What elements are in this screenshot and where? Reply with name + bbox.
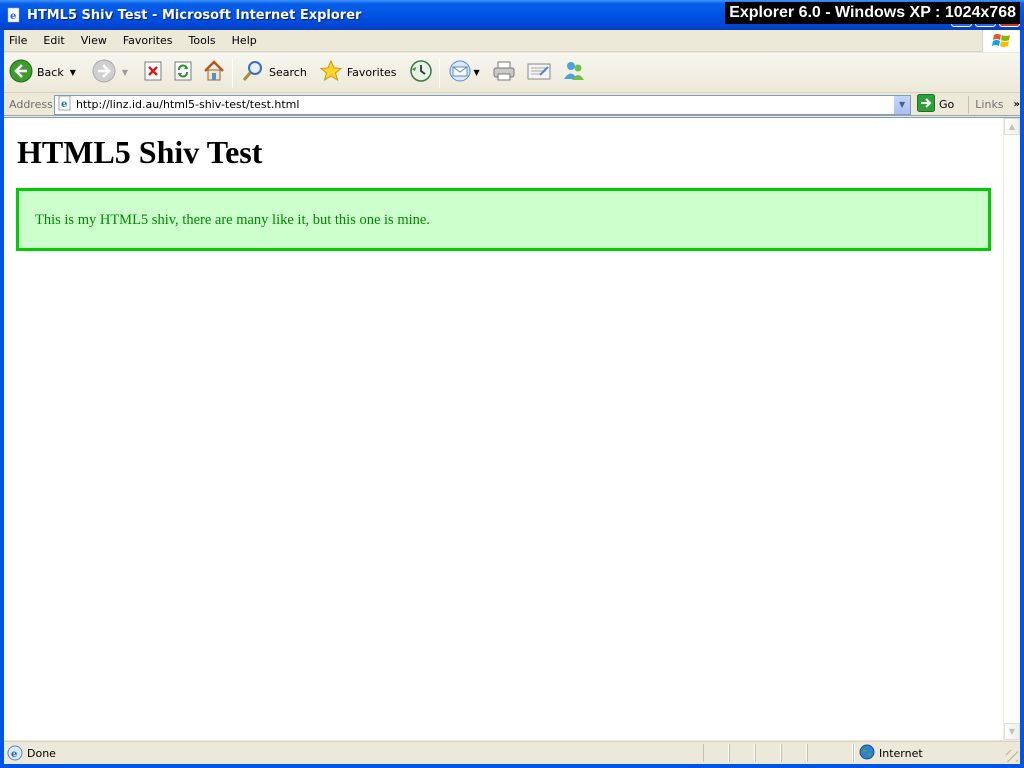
globe-icon xyxy=(859,744,875,763)
back-button[interactable]: Back ▼ xyxy=(6,56,79,90)
toolbar-separator xyxy=(232,57,234,88)
links-chevron-icon[interactable]: » xyxy=(1014,99,1020,110)
address-url[interactable]: http://linz.id.au/html5-shiv-test/test.h… xyxy=(76,98,299,111)
search-label: Search xyxy=(269,66,307,79)
status-bar: e Done Internet xyxy=(4,741,1020,764)
browser-client: File Edit View Favorites Tools Help Back… xyxy=(4,30,1020,764)
ie-window: e HTML5 Shiv Test - Microsoft Internet E… xyxy=(0,0,1024,768)
menu-edit[interactable]: Edit xyxy=(35,31,72,51)
page-viewport: HTML5 Shiv Test This is my HTML5 shiv, t… xyxy=(4,118,1003,740)
zone-label: Internet xyxy=(879,746,923,760)
menu-bar: File Edit View Favorites Tools Help xyxy=(4,30,1020,52)
history-icon xyxy=(409,59,433,86)
shiv-text: This is my HTML5 shiv, there are many li… xyxy=(35,212,430,228)
menu-help[interactable]: Help xyxy=(224,31,265,51)
ie-page-icon: e xyxy=(7,745,23,761)
security-zone[interactable]: Internet xyxy=(859,744,923,763)
links-label[interactable]: Links xyxy=(975,98,1003,111)
home-icon xyxy=(202,59,226,86)
messenger-icon xyxy=(562,59,586,86)
mail-dropdown-icon[interactable]: ▼ xyxy=(474,68,480,77)
history-button[interactable] xyxy=(406,56,436,90)
svg-text:e: e xyxy=(10,11,16,22)
svg-text:e: e xyxy=(11,749,17,760)
scroll-up-button[interactable]: ▲ xyxy=(1004,118,1020,135)
window-title: HTML5 Shiv Test - Microsoft Internet Exp… xyxy=(27,7,362,23)
home-button[interactable] xyxy=(199,56,229,90)
back-dropdown-icon[interactable]: ▼ xyxy=(70,68,76,77)
edit-icon xyxy=(526,59,552,86)
search-icon xyxy=(241,59,265,86)
svg-text:e: e xyxy=(61,99,67,110)
page-heading: HTML5 Shiv Test xyxy=(17,134,263,170)
address-input[interactable]: e http://linz.id.au/html5-shiv-test/test… xyxy=(53,94,912,115)
address-bar: Address e http://linz.id.au/html5-shiv-t… xyxy=(4,94,1020,116)
favorites-button[interactable]: Favorites xyxy=(316,56,400,90)
go-arrow-icon xyxy=(917,94,936,115)
status-pane xyxy=(807,744,853,762)
back-label: Back xyxy=(37,66,64,79)
status-pane xyxy=(781,744,807,762)
go-label: Go xyxy=(939,98,955,111)
status-pane xyxy=(729,744,755,762)
status-pane xyxy=(853,744,855,762)
favorites-star-icon xyxy=(319,59,343,86)
status-pane xyxy=(703,744,729,762)
chevron-down-icon: ▼ xyxy=(898,100,906,109)
menu-tools[interactable]: Tools xyxy=(181,31,224,51)
standard-toolbar: Back ▼ ▼ Search Favorites ▼ xyxy=(4,53,1020,93)
chevron-down-icon: ▼ xyxy=(1008,727,1016,736)
resolution-caption: Explorer 6.0 - Windows XP : 1024x768 xyxy=(725,2,1020,24)
links-separator xyxy=(968,95,970,114)
refresh-button[interactable] xyxy=(169,56,197,90)
mail-icon xyxy=(448,59,472,86)
menu-favorites[interactable]: Favorites xyxy=(115,31,181,51)
shiv-section: This is my HTML5 shiv, there are many li… xyxy=(16,188,991,251)
ie-page-icon: e xyxy=(6,7,22,23)
address-label: Address xyxy=(9,98,53,111)
back-icon xyxy=(9,59,33,86)
menu-view[interactable]: View xyxy=(73,31,115,51)
status-text: Done xyxy=(27,746,56,760)
page-content: HTML5 Shiv Test This is my HTML5 shiv, t… xyxy=(4,117,1020,740)
go-button[interactable]: Go xyxy=(917,94,954,115)
print-icon xyxy=(492,59,516,86)
forward-dropdown-icon[interactable]: ▼ xyxy=(122,68,128,77)
edit-button[interactable] xyxy=(523,56,555,90)
stop-icon xyxy=(142,60,164,85)
toolbar-separator xyxy=(438,57,440,88)
print-button[interactable] xyxy=(489,56,519,90)
vertical-scrollbar[interactable]: ▲ ▼ xyxy=(1003,118,1020,740)
status-pane xyxy=(755,744,781,762)
chevron-up-icon: ▲ xyxy=(1008,122,1016,131)
mail-button[interactable]: ▼ xyxy=(445,56,483,90)
scroll-down-button[interactable]: ▼ xyxy=(1004,723,1020,740)
forward-button[interactable]: ▼ xyxy=(89,56,131,90)
refresh-icon xyxy=(172,60,194,85)
messenger-button[interactable] xyxy=(559,56,589,90)
search-button[interactable]: Search xyxy=(238,56,310,90)
ie-page-icon: e xyxy=(57,95,73,114)
favorites-label: Favorites xyxy=(346,66,397,79)
forward-icon xyxy=(92,59,116,86)
menu-file[interactable]: File xyxy=(4,31,35,51)
address-dropdown-button[interactable]: ▼ xyxy=(893,95,911,114)
resize-grip[interactable] xyxy=(1006,750,1018,762)
windows-logo-icon xyxy=(982,30,1020,52)
stop-button[interactable] xyxy=(139,56,167,90)
title-bar[interactable]: e HTML5 Shiv Test - Microsoft Internet E… xyxy=(0,0,1024,30)
